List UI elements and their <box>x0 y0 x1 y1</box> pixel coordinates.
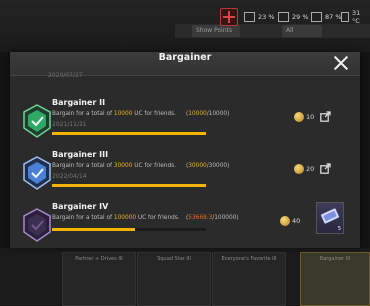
temperature-status: 31 °C <box>341 9 370 25</box>
share-icon[interactable] <box>320 111 331 122</box>
dialog-title: Bargainer <box>158 52 212 63</box>
achievement-date: 2022/04/14 <box>52 173 87 180</box>
close-icon[interactable] <box>332 54 350 72</box>
achievement-points: 10 <box>306 113 315 121</box>
achievement-badge-icon <box>23 104 51 138</box>
achievement-progress-text: (53669.3/100000) <box>186 215 239 221</box>
achievement-badge-icon <box>23 156 51 190</box>
progress-bar <box>52 228 206 231</box>
background-tab: Show Points <box>192 25 240 37</box>
signal-icon <box>278 12 289 22</box>
crosshair-icon[interactable] <box>220 8 238 26</box>
signal-status: 29 % <box>278 10 309 24</box>
achievement-card[interactable]: Partner + Drives III <box>62 252 136 306</box>
achievement-description: Bargain for a total of 10000 UC for frie… <box>52 111 176 117</box>
progress-fill <box>52 184 206 187</box>
reward-item[interactable]: 5 <box>316 202 344 234</box>
achievement-row: Bargainer IV Bargain for a total of 1000… <box>10 200 360 248</box>
points-coin-icon <box>280 216 290 226</box>
reward-count: 5 <box>337 226 341 232</box>
battery-icon <box>311 12 322 22</box>
achievement-points: 20 <box>306 165 315 173</box>
progress-fill <box>52 228 136 231</box>
achievement-progress-text: (30000/30000) <box>186 163 230 169</box>
achievement-title: Bargainer II <box>52 98 106 107</box>
achievement-points: 40 <box>292 217 301 225</box>
achievement-progress-text: (10000/10000) <box>186 111 230 117</box>
background-tab: All <box>282 25 322 37</box>
wifi-icon <box>244 12 255 22</box>
achievement-title: Bargainer III <box>52 150 109 159</box>
achievement-title: Bargainer IV <box>52 202 109 211</box>
progress-bar <box>52 132 206 135</box>
bargainer-dialog: Bargainer 2020/07/27 Bargainer II Bargai… <box>10 52 360 248</box>
progress-fill <box>52 132 206 135</box>
achievement-card[interactable]: Everyone's Favorite III <box>212 252 286 306</box>
thermometer-icon <box>341 12 349 22</box>
achievement-row: Bargainer II Bargain for a total of 1000… <box>10 96 360 152</box>
achievement-date: 2021/11/21 <box>52 121 87 128</box>
share-icon[interactable] <box>320 163 331 174</box>
achievement-badge-icon <box>23 208 51 242</box>
battery-status: 87 % <box>311 10 342 24</box>
points-coin-icon <box>294 164 304 174</box>
wifi-status: 23 % <box>244 10 275 24</box>
achievement-description: Bargain for a total of 30000 UC for frie… <box>52 163 176 169</box>
achievement-card[interactable]: Squad Star III <box>137 252 211 306</box>
achievement-row: Bargainer III Bargain for a total of 300… <box>10 148 360 204</box>
points-coin-icon <box>294 112 304 122</box>
achievement-description: Bargain for a total of 100000 UC for fri… <box>52 215 180 221</box>
partial-row-date: 2020/07/27 <box>48 72 83 79</box>
progress-bar <box>52 184 206 187</box>
achievement-card[interactable]: Bargainer III <box>300 252 370 306</box>
achievement-list[interactable]: 2020/07/27 Bargainer II Bargain for a to… <box>10 72 360 248</box>
